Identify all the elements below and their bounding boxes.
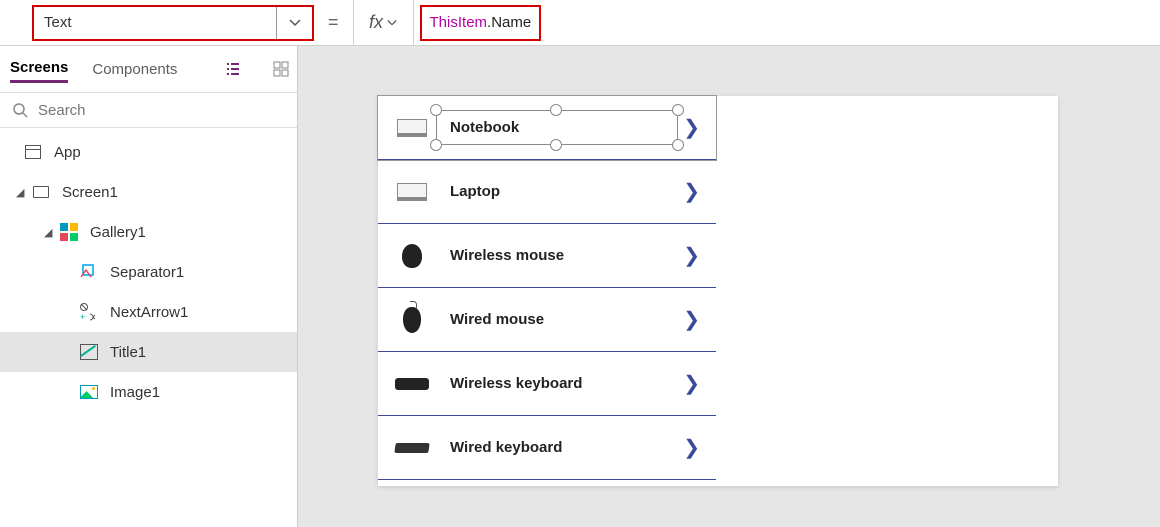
next-arrow-icon[interactable]: ❯ [683,435,700,460]
gallery-row[interactable]: Laptop ❯ [378,160,716,224]
icon-control-icon: + [78,301,100,323]
selection-outline [436,110,678,145]
gallery-row[interactable]: Wired mouse ❯ [378,288,716,352]
property-dropdown-button[interactable] [276,7,312,39]
laptop-thumbnail [397,183,427,201]
panel-tabs: Screens Components [0,46,297,92]
chevron-down-icon [387,18,397,28]
chevron-down-icon [289,17,301,29]
tab-components[interactable]: Components [92,57,177,82]
keyboard-thumbnail [394,443,429,453]
tree-node-title1[interactable]: Title1 [0,332,297,372]
resize-handle[interactable] [430,104,442,116]
tree-node-separator1[interactable]: Separator1 [0,252,297,292]
keyboard-thumbnail [395,378,429,390]
gallery-image[interactable] [394,370,430,398]
property-input[interactable] [34,7,276,39]
formula-token-name: .Name [487,14,531,31]
mouse-thumbnail [403,307,421,333]
tree-view-panel: Screens Components App ◢ Screen1 ◢ Galle… [0,46,298,527]
tree-node-screen1[interactable]: ◢ Screen1 [0,172,297,212]
formula-area: fx ThisItem.Name [353,0,542,45]
next-arrow-icon[interactable]: ❯ [683,371,700,396]
tree-label: Screen1 [62,184,118,201]
screen-icon [33,186,49,198]
tree-label: Title1 [110,344,146,361]
gallery-title[interactable]: Laptop [450,183,663,200]
tree-node-image1[interactable]: Image1 [0,372,297,412]
equals-sign: = [328,12,339,33]
gallery-image[interactable] [394,434,430,462]
app-icon [25,145,41,159]
tree-node-app[interactable]: App [0,132,297,172]
design-canvas[interactable]: Notebook ❯ Laptop ❯ Wireless mouse ❯ Wir… [298,46,1160,527]
search-input[interactable] [38,102,285,119]
formula-input[interactable]: ThisItem.Name [420,5,542,41]
gallery-title[interactable]: Wired mouse [450,311,663,328]
grid-view-icon[interactable] [273,60,289,78]
gallery-row[interactable]: Wireless keyboard ❯ [378,352,716,416]
tree-view: App ◢ Screen1 ◢ Gallery1 Separator1 + [0,128,297,412]
gallery-image[interactable] [394,114,430,142]
next-arrow-icon[interactable]: ❯ [683,307,700,332]
tree-label: Gallery1 [90,224,146,241]
gallery-row[interactable]: Wired keyboard ❯ [378,416,716,480]
collapse-icon[interactable]: ◢ [44,226,58,239]
tree-node-gallery1[interactable]: ◢ Gallery1 [0,212,297,252]
gallery-image[interactable] [394,306,430,334]
gallery-image[interactable] [394,242,430,270]
gallery-row-selected[interactable]: Notebook ❯ [378,96,716,160]
notebook-thumbnail [397,119,427,137]
gallery-image[interactable] [394,178,430,206]
list-view-icon[interactable] [225,60,241,78]
tree-label: Image1 [110,384,160,401]
resize-handle[interactable] [672,139,684,151]
property-selector[interactable] [32,5,314,41]
gallery-row[interactable]: Wireless mouse ❯ [378,224,716,288]
label-icon [80,344,98,360]
image-icon [80,385,98,399]
resize-handle[interactable] [550,104,562,116]
gallery-title[interactable]: Wireless mouse [450,247,663,264]
formula-bar: = fx ThisItem.Name [0,0,1160,46]
fx-label: fx [369,12,383,33]
collapse-icon[interactable]: ◢ [16,186,30,199]
gallery-icon [60,223,78,241]
fx-button[interactable]: fx [354,0,414,45]
tree-label: Separator1 [110,264,184,281]
next-arrow-icon[interactable]: ❯ [683,243,700,268]
tree-label: App [54,144,81,161]
gallery-title[interactable]: Wireless keyboard [450,375,663,392]
screen-preview[interactable]: Notebook ❯ Laptop ❯ Wireless mouse ❯ Wir… [378,96,1058,486]
resize-handle[interactable] [550,139,562,151]
resize-handle[interactable] [672,104,684,116]
tree-node-nextarrow1[interactable]: + NextArrow1 [0,292,297,332]
tree-label: NextArrow1 [110,304,188,321]
next-arrow-icon[interactable]: ❯ [683,179,700,204]
search-box[interactable] [0,92,297,128]
gallery-title[interactable]: Wired keyboard [450,439,663,456]
mouse-thumbnail [402,244,422,268]
next-arrow-icon[interactable]: ❯ [683,115,700,140]
separator-icon [78,261,100,283]
svg-text:+: + [80,312,85,322]
tab-screens[interactable]: Screens [10,55,68,83]
resize-handle[interactable] [430,139,442,151]
search-icon [12,102,28,118]
formula-token-thisitem: ThisItem [430,14,488,31]
